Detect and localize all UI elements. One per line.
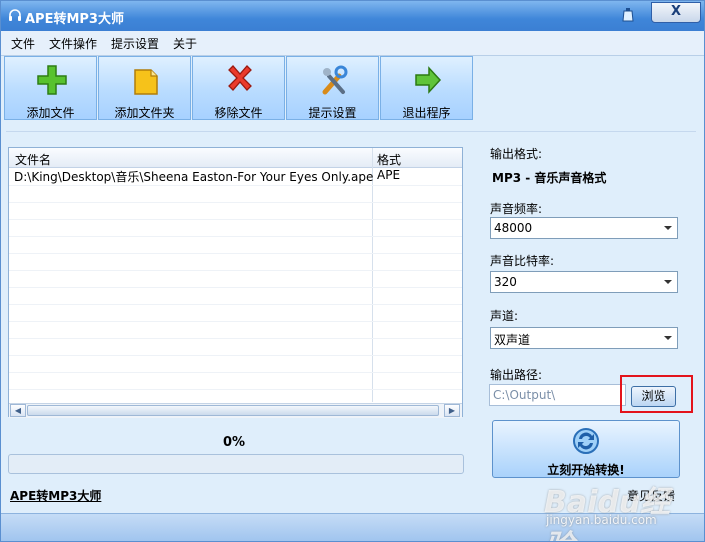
menu-about[interactable]: 关于 bbox=[173, 35, 197, 52]
bitrate-select[interactable]: 320 bbox=[490, 271, 678, 293]
remove-file-button[interactable]: 移除文件 bbox=[192, 56, 285, 120]
grid-line bbox=[9, 338, 462, 339]
scroll-right-icon[interactable]: ▶ bbox=[444, 404, 460, 417]
file-name-cell: D:\King\Desktop\音乐\Sheena Easton-For You… bbox=[14, 170, 374, 184]
skin-icon[interactable] bbox=[621, 7, 635, 24]
grid-line bbox=[9, 253, 462, 254]
scroll-left-icon[interactable]: ◀ bbox=[10, 404, 26, 417]
settings-label: 提示设置 bbox=[308, 106, 357, 120]
grid-line bbox=[9, 287, 462, 288]
exit-icon bbox=[415, 66, 442, 94]
status-bar bbox=[1, 513, 704, 541]
channel-label: 声道: bbox=[490, 309, 519, 323]
app-name-link[interactable]: APE转MP3大师 bbox=[10, 487, 101, 504]
grid-line bbox=[9, 372, 462, 373]
remove-file-label: 移除文件 bbox=[214, 106, 263, 120]
output-path-input[interactable] bbox=[489, 384, 626, 406]
scroll-thumb[interactable] bbox=[27, 405, 439, 416]
settings-icon bbox=[322, 65, 348, 95]
output-path-label: 输出路径: bbox=[490, 368, 543, 382]
close-button[interactable]: X bbox=[651, 2, 701, 23]
file-format-cell: APE bbox=[377, 168, 401, 182]
grid-line bbox=[9, 304, 462, 305]
add-file-icon bbox=[37, 65, 67, 95]
grid-line bbox=[9, 236, 462, 237]
grid-line bbox=[9, 321, 462, 322]
menu-prompt-settings[interactable]: 提示设置 bbox=[111, 35, 159, 52]
file-list[interactable]: 文件名 格式 D:\King\Desktop\音乐\Sheena Easton-… bbox=[8, 147, 463, 418]
menu-bar: 文件 文件操作 提示设置 关于 bbox=[1, 31, 704, 56]
start-convert-button[interactable]: 立刻开始转换! bbox=[492, 420, 680, 478]
title-bar[interactable]: APE转MP3大师 X bbox=[1, 1, 704, 31]
settings-button[interactable]: 提示设置 bbox=[286, 56, 379, 120]
sample-rate-select[interactable]: 48000 bbox=[490, 217, 678, 239]
progress-bar bbox=[8, 454, 464, 474]
channel-value: 双声道 bbox=[494, 333, 531, 347]
file-list-header: 文件名 格式 bbox=[9, 148, 462, 168]
window-title: APE转MP3大师 bbox=[25, 12, 124, 27]
feedback-link[interactable]: 意见反馈 bbox=[627, 487, 675, 504]
chevron-down-icon bbox=[664, 226, 672, 230]
chevron-down-icon bbox=[664, 336, 672, 340]
bitrate-label: 声音比特率: bbox=[490, 254, 555, 268]
grid-line bbox=[9, 219, 462, 220]
format-value: MP3 - 音乐声音格式 bbox=[492, 171, 607, 185]
grid-line bbox=[9, 389, 462, 390]
channel-select[interactable]: 双声道 bbox=[490, 327, 678, 349]
convert-icon bbox=[573, 428, 599, 454]
column-separator bbox=[372, 148, 373, 402]
add-folder-icon bbox=[134, 69, 158, 95]
remove-file-icon bbox=[228, 65, 252, 91]
headphones-icon bbox=[9, 9, 21, 21]
format-label: 输出格式: bbox=[490, 147, 543, 161]
divider bbox=[6, 131, 696, 132]
grid-line bbox=[9, 270, 462, 271]
add-folder-label: 添加文件夹 bbox=[114, 106, 175, 120]
progress-percent: 0% bbox=[223, 435, 246, 450]
chevron-down-icon bbox=[664, 280, 672, 284]
menu-file-operations[interactable]: 文件操作 bbox=[49, 35, 97, 52]
highlight-annotation bbox=[620, 375, 693, 413]
horizontal-scrollbar[interactable]: ◀ ▶ bbox=[9, 403, 462, 418]
bitrate-value: 320 bbox=[494, 275, 517, 289]
menu-file[interactable]: 文件 bbox=[11, 35, 35, 52]
grid-line bbox=[9, 202, 462, 203]
grid-line bbox=[9, 185, 462, 186]
column-format[interactable]: 格式 bbox=[377, 151, 401, 168]
sample-rate-value: 48000 bbox=[494, 221, 533, 235]
start-convert-label: 立刻开始转换! bbox=[547, 463, 625, 477]
app-window: APE转MP3大师 X 文件 文件操作 提示设置 关于 添加文件 添加文件夹 移… bbox=[0, 0, 705, 542]
add-file-button[interactable]: 添加文件 bbox=[4, 56, 97, 120]
table-row[interactable]: D:\King\Desktop\音乐\Sheena Easton-For You… bbox=[9, 168, 462, 185]
grid-line bbox=[9, 355, 462, 356]
exit-label: 退出程序 bbox=[402, 106, 451, 120]
add-file-label: 添加文件 bbox=[26, 106, 75, 120]
exit-button[interactable]: 退出程序 bbox=[380, 56, 473, 120]
column-filename[interactable]: 文件名 bbox=[15, 151, 51, 168]
add-folder-button[interactable]: 添加文件夹 bbox=[98, 56, 191, 120]
sample-rate-label: 声音频率: bbox=[490, 202, 543, 216]
